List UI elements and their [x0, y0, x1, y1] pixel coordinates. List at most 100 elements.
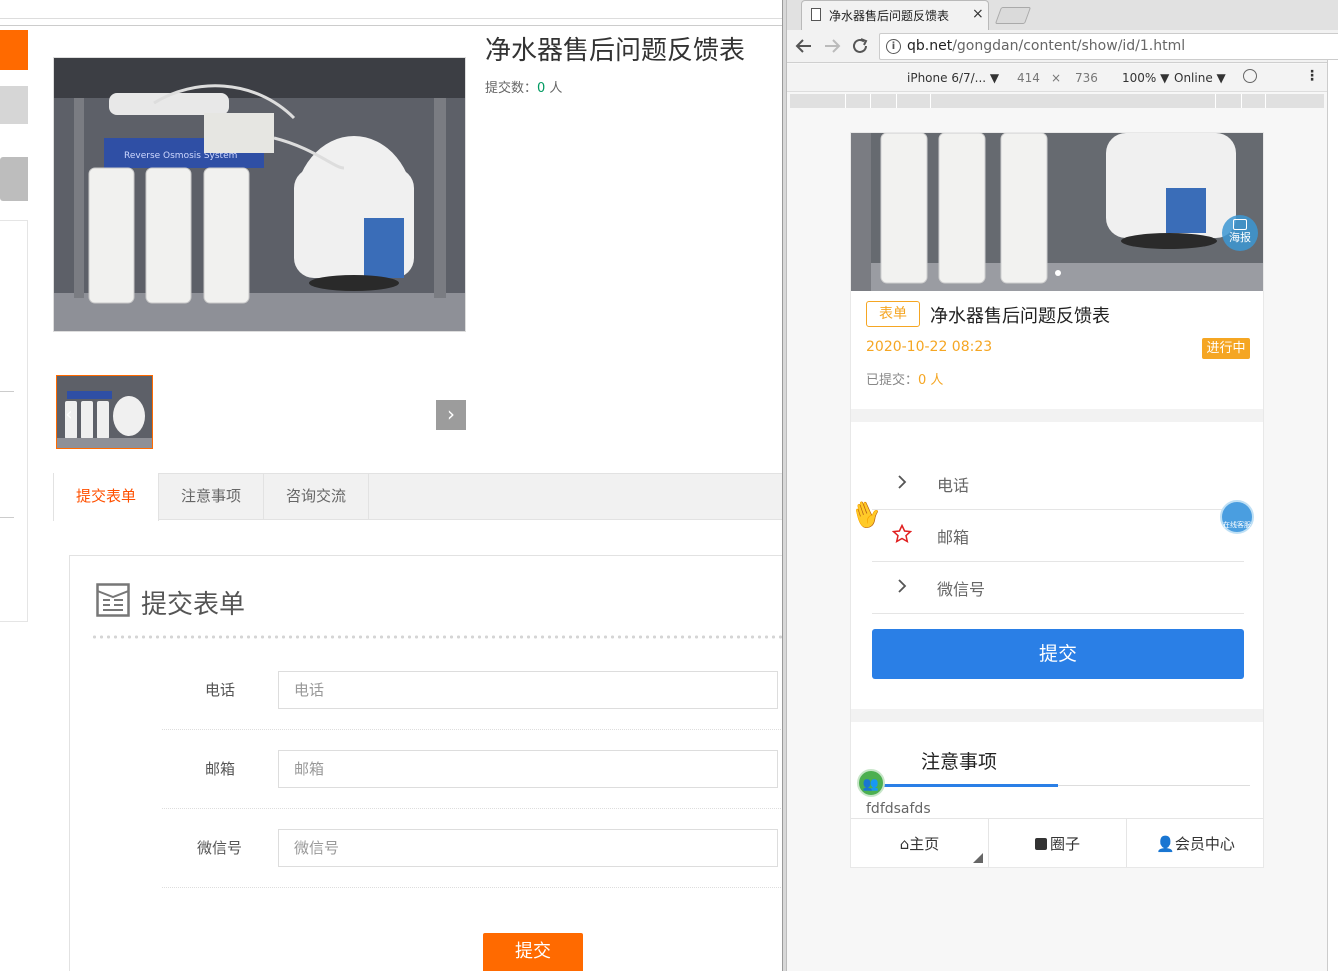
- divider: [162, 729, 783, 730]
- left-page: Reverse Osmosis System 净水器售后问题反馈表 提交数：0 …: [0, 0, 783, 971]
- url-path: /gongdan/content/show/id/1.html: [952, 38, 1186, 54]
- resize-handle-icon[interactable]: [973, 853, 983, 863]
- tab-notes[interactable]: 注意事项: [159, 473, 264, 520]
- browser-toolbar: i qb.net/gongdan/content/show/id/1.html: [787, 30, 1338, 63]
- online-service-label: 在线客服: [1223, 521, 1251, 529]
- divider: [162, 808, 783, 809]
- media-query-ruler[interactable]: [790, 94, 1324, 108]
- nav-home[interactable]: ⌂主页: [851, 819, 989, 867]
- browser-window: 净水器售后问题反馈表 × i qb.net/gongdan/content/sh…: [787, 0, 1338, 971]
- new-tab-button[interactable]: [994, 7, 1032, 24]
- water-purifier-image: [851, 133, 1263, 291]
- nav-circle-label: 圈子: [1049, 835, 1080, 853]
- nav-circle[interactable]: 圈子: [989, 819, 1127, 867]
- date-text: 2020-10-22 08:23: [866, 339, 993, 355]
- nav-home-label: 主页: [909, 835, 940, 853]
- divider: [0, 391, 14, 392]
- form-heading: 提交表单: [141, 590, 246, 620]
- width-input[interactable]: 414: [1017, 71, 1040, 85]
- tab-submit-form[interactable]: 提交表单: [53, 473, 159, 521]
- field-label-email: 邮箱: [204, 760, 235, 778]
- mobile-submit-button[interactable]: 提交: [872, 629, 1244, 679]
- page-icon: [811, 8, 821, 21]
- submit-count-unit: 人: [545, 81, 563, 96]
- group-icon[interactable]: 👥: [857, 769, 885, 797]
- online-service-button[interactable]: 在线客服: [1220, 500, 1254, 534]
- submit-button[interactable]: 提交: [483, 933, 583, 971]
- url-host: qb.net: [907, 38, 953, 54]
- divider: [0, 517, 14, 518]
- rotate-icon[interactable]: [1243, 69, 1257, 83]
- info-icon[interactable]: i: [886, 39, 901, 54]
- poster-label: 海报: [1229, 231, 1251, 244]
- notes-title[interactable]: 注意事项: [921, 747, 997, 774]
- submit-count-label: 提交数：: [485, 81, 538, 96]
- side-gray-block[interactable]: [0, 157, 28, 201]
- mobile-banner-photo[interactable]: 海报: [851, 133, 1263, 291]
- wechat-field[interactable]: 微信号: [278, 829, 778, 867]
- back-icon[interactable]: [795, 38, 813, 54]
- bottom-nav: ⌂主页 圈子 👤会员中心: [851, 818, 1263, 867]
- close-icon[interactable]: ×: [972, 6, 984, 22]
- field-label-phone: 电话: [204, 681, 235, 699]
- thumb-prev-button[interactable]: ‹: [60, 404, 78, 426]
- divider: [162, 887, 783, 888]
- device-select[interactable]: iPhone 6/7/... ▼: [907, 71, 999, 85]
- divider: [0, 18, 783, 19]
- mobile-phone-field[interactable]: 电话: [872, 458, 1244, 510]
- poster-button[interactable]: 海报: [1222, 215, 1258, 251]
- mobile-wechat-field[interactable]: 微信号: [872, 562, 1244, 614]
- tab-consult[interactable]: 咨询交流: [264, 473, 369, 520]
- mobile-email-field[interactable]: 邮箱: [872, 510, 1244, 562]
- address-bar[interactable]: i qb.net/gongdan/content/show/id/1.html: [879, 33, 1338, 60]
- url-text: qb.net/gongdan/content/show/id/1.html: [907, 38, 1185, 54]
- side-gray-block[interactable]: [0, 86, 28, 124]
- phone-field[interactable]: 电话: [278, 671, 778, 709]
- reload-icon[interactable]: [851, 37, 869, 55]
- height-input[interactable]: 736: [1075, 71, 1098, 85]
- form-icon: [96, 583, 130, 617]
- wechat-placeholder: 微信号: [937, 580, 986, 599]
- tab-strip: 净水器售后问题反馈表 ×: [787, 0, 1338, 30]
- active-tab-indicator: [866, 784, 1058, 787]
- notes-text: fdfdsafds: [866, 801, 931, 817]
- zoom-select[interactable]: 100% ▼: [1122, 71, 1169, 85]
- forward-icon[interactable]: [823, 38, 841, 54]
- chevron-right-icon: [898, 475, 907, 489]
- thumb-next-button[interactable]: ›: [436, 400, 466, 430]
- water-purifier-image: Reverse Osmosis System: [54, 58, 465, 331]
- section-gap: [851, 409, 1263, 422]
- product-photo: Reverse Osmosis System: [53, 57, 466, 332]
- nav-member-label: 会员中心: [1174, 835, 1235, 853]
- devtools-panel-edge: [1327, 60, 1338, 971]
- submitted-count: 已提交：0 人: [866, 369, 943, 388]
- more-options-icon[interactable]: ⋮: [1305, 68, 1319, 84]
- browser-tab[interactable]: 净水器售后问题反馈表 ×: [801, 0, 989, 30]
- count-unit: 人: [926, 373, 944, 388]
- submit-count: 提交数：0 人: [485, 77, 562, 96]
- home-icon: ⌂: [899, 835, 910, 853]
- carousel-dot[interactable]: [1055, 270, 1061, 276]
- side-panel: [0, 220, 28, 622]
- mobile-viewport: 海报 表单 净水器售后问题反馈表 2020-10-22 08:23 进行中 已提…: [850, 132, 1264, 868]
- tab-bar: 提交表单 注意事项 咨询交流: [53, 473, 783, 521]
- times-sign: ×: [1051, 71, 1062, 85]
- divider: [0, 25, 783, 26]
- rss-icon: [1034, 838, 1047, 850]
- throttle-select[interactable]: Online ▼: [1174, 71, 1226, 85]
- nav-member-center[interactable]: 👤会员中心: [1127, 819, 1263, 867]
- field-label-wechat: 微信号: [196, 839, 242, 857]
- page-title: 净水器售后问题反馈表: [485, 36, 746, 66]
- image-icon: [1233, 219, 1247, 230]
- section-gap: [851, 709, 1263, 722]
- dotted-divider: [91, 635, 783, 639]
- email-field[interactable]: 邮箱: [278, 750, 778, 788]
- side-orange-block[interactable]: [0, 30, 28, 70]
- browser-tab-title: 净水器售后问题反馈表: [829, 9, 950, 23]
- mobile-title: 净水器售后问题反馈表: [930, 306, 1110, 327]
- chevron-right-icon: [898, 579, 907, 593]
- star-icon: [892, 524, 912, 543]
- status-badge: 进行中: [1202, 338, 1250, 359]
- email-placeholder: 邮箱: [937, 528, 970, 547]
- count-label: 已提交：: [866, 373, 919, 388]
